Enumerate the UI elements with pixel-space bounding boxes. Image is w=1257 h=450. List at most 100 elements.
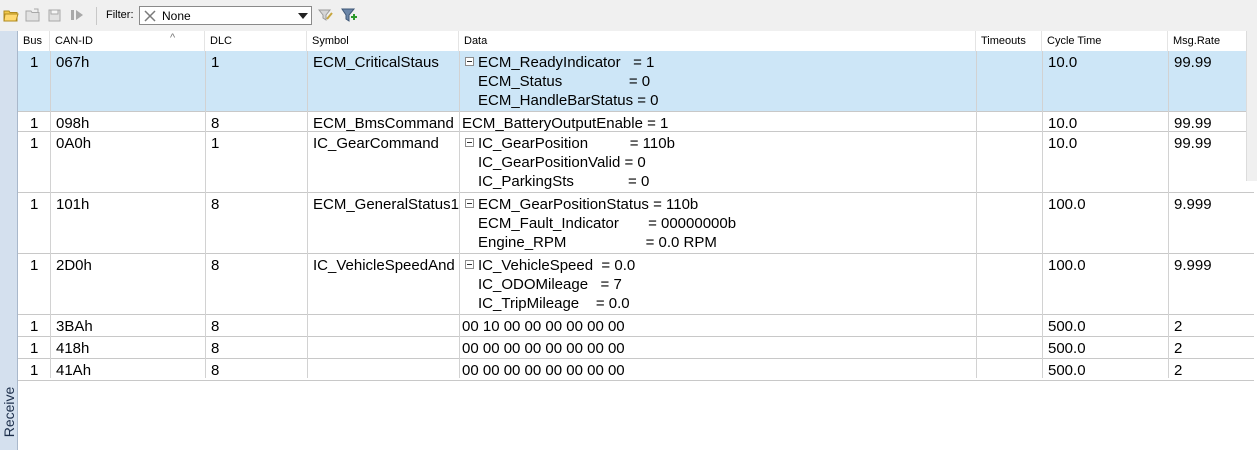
cell-cycle-time: 10.0 (1048, 54, 1078, 71)
cell-msg-rate: 2 (1174, 362, 1183, 379)
data-signal-line: ECM_HandleBarStatus = 0 (478, 92, 659, 109)
cell-timeouts (982, 51, 1042, 53)
data-signal-line: ECM_Fault_Indicator = 00000000b (478, 215, 737, 232)
data-signal-line: IC_GearPosition = 110b (478, 135, 675, 152)
cell-data: ECM_ReadyIndicator = 1 ECM_Status = 0 ECM_… (478, 53, 659, 110)
cell-cycle-time: 10.0 (1048, 115, 1078, 132)
cell-timeouts (982, 112, 1042, 114)
cell-data: ECM_GearPositionStatus = 110b ECM_Fault_I… (478, 195, 736, 252)
table-row[interactable]: 1 101h 8 ECM_GeneralStatus1 ECM_GearPosition… (18, 193, 1254, 254)
table-row[interactable]: 1 0A0h 1 IC_GearCommand IC_GearPosition = 11… (18, 132, 1254, 193)
table-row[interactable]: 1 2D0h 8 IC_VehicleSpeedAnd IC_VehicleSpeed … (18, 254, 1254, 315)
cell-msg-rate: 9.999 (1174, 196, 1212, 213)
column-divider (307, 51, 308, 378)
cell-bus: 1 (30, 135, 39, 152)
table-row[interactable]: 1 067h 1 ECM_CriticalStaus ECM_ReadyIndicato… (18, 51, 1254, 112)
cell-msg-rate: 99.99 (1174, 54, 1212, 71)
cell-symbol: IC_GearCommand (313, 135, 439, 152)
toolbar-separator (96, 7, 97, 25)
cell-timeouts (982, 132, 1042, 134)
data-signal-line: IC_ParkingSts = 0 (478, 173, 650, 190)
column-header-symbol[interactable]: Symbol (307, 31, 459, 51)
column-divider (50, 51, 51, 378)
cell-msg-rate: 2 (1174, 340, 1183, 357)
cell-cycle-time: 500.0 (1048, 318, 1086, 335)
cell-msg-rate: 9.999 (1174, 257, 1212, 274)
cell-symbol (313, 359, 463, 361)
collapse-icon[interactable] (465, 57, 474, 66)
cell-can-id: 0A0h (56, 135, 92, 152)
column-header-cycle-time[interactable]: Cycle Time (1042, 31, 1168, 51)
column-divider (976, 51, 977, 378)
cell-msg-rate: 99.99 (1174, 135, 1212, 152)
column-header-bus[interactable]: Bus (18, 31, 50, 51)
toolbar: Filter: None (0, 0, 1257, 32)
cell-cycle-time: 100.0 (1048, 257, 1086, 274)
vertical-scrollbar[interactable] (1246, 31, 1257, 181)
column-header-data[interactable]: Data (459, 31, 976, 51)
cell-data: ECM_BatteryOutputEnable = 1 (462, 114, 668, 133)
cell-data: 00 00 00 00 00 00 00 00 (462, 339, 625, 358)
cell-data: IC_GearPosition = 110b IC_GearPositionVal… (478, 134, 675, 191)
table-row[interactable]: 1 41Ah 8 00 00 00 00 00 00 00 00 500.0 2 (18, 359, 1254, 381)
chevron-down-icon[interactable] (298, 13, 308, 19)
receive-tab-label: Receive (1, 386, 17, 438)
data-signal-line: IC_VehicleSpeed = 0.0 (478, 257, 636, 274)
save-icon[interactable] (47, 7, 63, 23)
cell-bus: 1 (30, 257, 39, 274)
edit-filter-icon[interactable] (318, 7, 334, 23)
data-signal-line: IC_TripMileage = 0.0 (478, 295, 630, 312)
cell-bus: 1 (30, 196, 39, 213)
cell-timeouts (982, 254, 1042, 256)
data-signal-line: 00 00 00 00 00 00 00 00 (462, 362, 625, 379)
receive-tab[interactable]: Receive (0, 376, 17, 450)
cell-msg-rate: 99.99 (1174, 115, 1212, 132)
filter-label: Filter: (106, 9, 134, 21)
column-header-timeouts[interactable]: Timeouts (976, 31, 1042, 51)
data-signal-line: ECM_GearPositionStatus = 110b (478, 196, 699, 213)
open-folder-icon[interactable] (3, 7, 19, 23)
cell-symbol: IC_VehicleSpeedAnd (313, 257, 455, 274)
collapse-icon[interactable] (465, 199, 474, 208)
cell-can-id: 098h (56, 115, 90, 132)
column-divider (1168, 51, 1169, 378)
filter-dropdown[interactable]: None (139, 6, 312, 25)
play-pause-icon[interactable] (69, 7, 85, 23)
cell-data: 00 10 00 00 00 00 00 00 (462, 317, 625, 336)
column-divider (1042, 51, 1043, 378)
cell-dlc: 8 (211, 318, 220, 335)
data-signal-line: IC_GearPositionValid = 0 (478, 154, 646, 171)
data-signal-line: ECM_Status = 0 (478, 73, 651, 90)
cell-timeouts (982, 315, 1042, 317)
cell-symbol (313, 315, 463, 317)
cell-can-id: 41Ah (56, 362, 92, 379)
column-header-can-id-label: CAN-ID (55, 35, 93, 47)
table-row[interactable]: 1 418h 8 00 00 00 00 00 00 00 00 500.0 2 (18, 337, 1254, 359)
column-header-msg-rate[interactable]: Msg.Rate (1168, 31, 1254, 51)
data-signal-line: 00 00 00 00 00 00 00 00 (462, 340, 625, 357)
collapse-icon[interactable] (465, 138, 474, 147)
cell-dlc: 1 (211, 54, 220, 71)
data-signal-line: ECM_BatteryOutputEnable = 1 (462, 115, 669, 132)
data-signal-line: IC_ODOMileage = 7 (478, 276, 622, 293)
cell-bus: 1 (30, 115, 39, 132)
cell-data: 00 00 00 00 00 00 00 00 (462, 361, 625, 380)
cell-timeouts (982, 337, 1042, 339)
column-header-dlc[interactable]: DLC (205, 31, 307, 51)
table-row[interactable]: 1 3BAh 8 00 10 00 00 00 00 00 00 500.0 2 (18, 315, 1254, 337)
cell-dlc: 8 (211, 340, 220, 357)
cell-bus: 1 (30, 318, 39, 335)
cell-can-id: 418h (56, 340, 90, 357)
column-header-can-id[interactable]: CAN-ID ^ (50, 31, 205, 51)
add-filter-icon[interactable] (341, 7, 357, 23)
cell-timeouts (982, 359, 1042, 361)
column-divider (205, 51, 206, 378)
collapse-icon[interactable] (465, 260, 474, 269)
cell-dlc: 1 (211, 135, 220, 152)
data-signal-line: Engine_RPM = 0.0 RPM (478, 234, 717, 251)
table-row[interactable]: 1 098h 8 ECM_BmsCommand ECM_BatteryOutputEna… (18, 112, 1254, 132)
cell-bus: 1 (30, 340, 39, 357)
export-icon[interactable] (25, 7, 41, 23)
sort-ascending-icon: ^ (170, 32, 176, 44)
column-divider (459, 51, 460, 378)
